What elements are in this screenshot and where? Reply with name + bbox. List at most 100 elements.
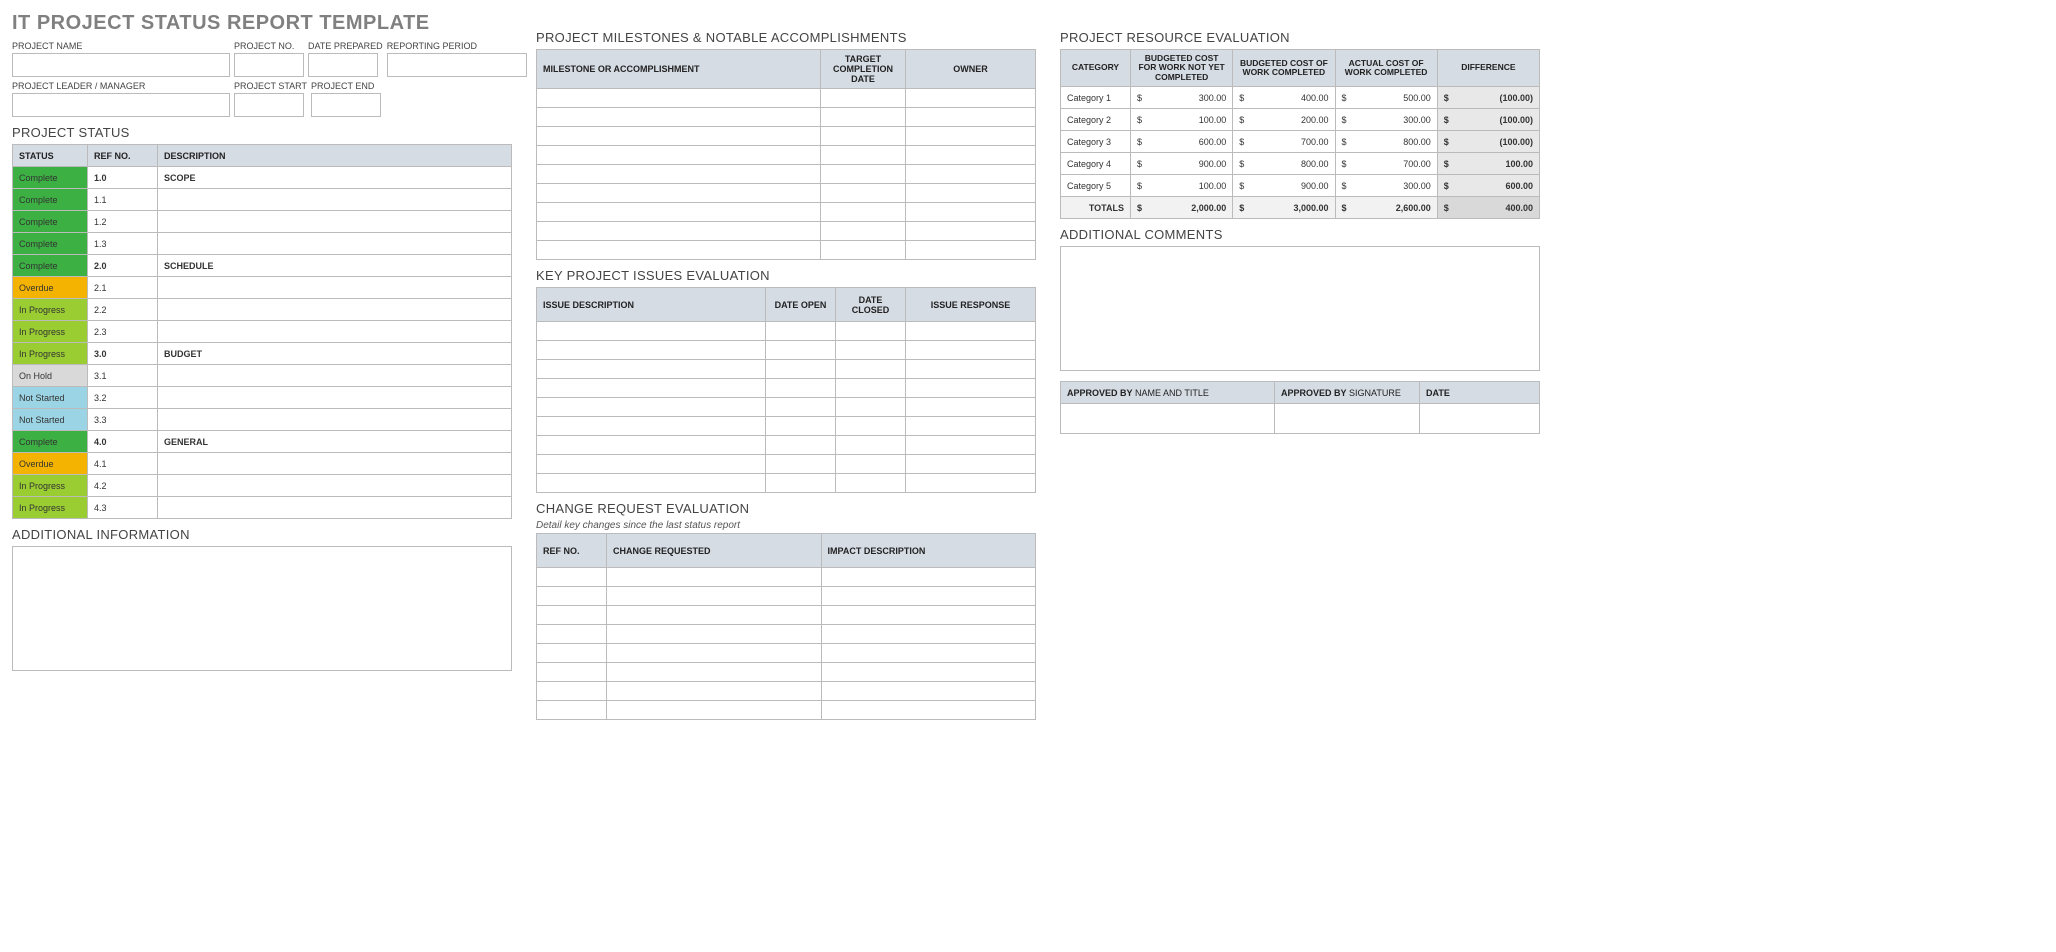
desc-cell[interactable]: SCOPE xyxy=(158,167,512,189)
table-cell[interactable] xyxy=(821,587,1036,606)
table-cell[interactable] xyxy=(821,682,1036,701)
table-cell[interactable] xyxy=(906,241,1036,260)
table-cell[interactable] xyxy=(766,474,836,493)
desc-cell[interactable] xyxy=(158,475,512,497)
table-cell[interactable] xyxy=(537,587,607,606)
table-cell[interactable] xyxy=(537,184,821,203)
table-cell[interactable] xyxy=(906,108,1036,127)
table-cell[interactable] xyxy=(766,455,836,474)
desc-cell[interactable] xyxy=(158,497,512,519)
comments-box[interactable] xyxy=(1060,246,1540,371)
status-cell[interactable]: In Progress xyxy=(13,321,88,343)
project-end-input[interactable] xyxy=(311,93,381,117)
table-cell[interactable] xyxy=(906,436,1036,455)
table-cell[interactable] xyxy=(537,701,607,720)
table-cell[interactable] xyxy=(766,417,836,436)
table-cell[interactable] xyxy=(821,146,906,165)
table-cell[interactable] xyxy=(906,322,1036,341)
table-cell[interactable] xyxy=(906,89,1036,108)
table-cell[interactable] xyxy=(607,663,822,682)
table-cell[interactable] xyxy=(906,146,1036,165)
table-cell[interactable] xyxy=(537,644,607,663)
table-cell[interactable] xyxy=(766,398,836,417)
table-cell[interactable] xyxy=(821,701,1036,720)
table-cell[interactable] xyxy=(836,322,906,341)
table-cell[interactable] xyxy=(537,165,821,184)
table-cell[interactable] xyxy=(821,165,906,184)
status-cell[interactable]: In Progress xyxy=(13,475,88,497)
table-cell[interactable] xyxy=(537,606,607,625)
table-cell[interactable] xyxy=(766,341,836,360)
table-cell[interactable] xyxy=(537,455,766,474)
desc-cell[interactable] xyxy=(158,277,512,299)
table-cell[interactable] xyxy=(537,222,821,241)
table-cell[interactable] xyxy=(906,127,1036,146)
table-cell[interactable] xyxy=(906,203,1036,222)
table-cell[interactable] xyxy=(906,360,1036,379)
desc-cell[interactable]: SCHEDULE xyxy=(158,255,512,277)
table-cell[interactable] xyxy=(821,241,906,260)
desc-cell[interactable] xyxy=(158,233,512,255)
project-no-input[interactable] xyxy=(234,53,304,77)
additional-info-box[interactable] xyxy=(12,546,512,671)
table-cell[interactable] xyxy=(537,417,766,436)
table-cell[interactable] xyxy=(821,203,906,222)
status-cell[interactable]: In Progress xyxy=(13,497,88,519)
table-cell[interactable] xyxy=(607,606,822,625)
table-cell[interactable] xyxy=(906,222,1036,241)
table-cell[interactable] xyxy=(607,625,822,644)
desc-cell[interactable] xyxy=(158,453,512,475)
desc-cell[interactable] xyxy=(158,189,512,211)
table-cell[interactable] xyxy=(836,436,906,455)
table-cell[interactable] xyxy=(537,108,821,127)
table-cell[interactable] xyxy=(906,474,1036,493)
table-cell[interactable] xyxy=(906,379,1036,398)
table-cell[interactable] xyxy=(836,379,906,398)
table-cell[interactable] xyxy=(906,417,1036,436)
table-cell[interactable] xyxy=(836,455,906,474)
status-cell[interactable]: Not Started xyxy=(13,409,88,431)
table-cell[interactable] xyxy=(906,398,1036,417)
status-cell[interactable]: Complete xyxy=(13,211,88,233)
table-cell[interactable] xyxy=(821,108,906,127)
table-cell[interactable] xyxy=(821,663,1036,682)
table-cell[interactable] xyxy=(821,222,906,241)
table-cell[interactable] xyxy=(537,322,766,341)
table-cell[interactable] xyxy=(607,682,822,701)
table-cell[interactable] xyxy=(836,474,906,493)
status-cell[interactable]: Not Started xyxy=(13,387,88,409)
table-cell[interactable] xyxy=(537,127,821,146)
table-cell[interactable] xyxy=(766,436,836,455)
table-cell[interactable] xyxy=(537,360,766,379)
status-cell[interactable]: Complete xyxy=(13,255,88,277)
table-cell[interactable] xyxy=(821,568,1036,587)
table-cell[interactable] xyxy=(537,398,766,417)
table-cell[interactable] xyxy=(537,341,766,360)
desc-cell[interactable] xyxy=(158,299,512,321)
table-cell[interactable] xyxy=(821,127,906,146)
approved-by-signature-cell[interactable] xyxy=(1275,404,1420,434)
project-name-input[interactable] xyxy=(12,53,230,77)
table-cell[interactable] xyxy=(537,203,821,222)
approved-by-name-cell[interactable] xyxy=(1061,404,1275,434)
table-cell[interactable] xyxy=(766,360,836,379)
status-cell[interactable]: On Hold xyxy=(13,365,88,387)
desc-cell[interactable] xyxy=(158,409,512,431)
table-cell[interactable] xyxy=(537,663,607,682)
project-start-input[interactable] xyxy=(234,93,304,117)
table-cell[interactable] xyxy=(836,341,906,360)
table-cell[interactable] xyxy=(906,184,1036,203)
table-cell[interactable] xyxy=(766,379,836,398)
table-cell[interactable] xyxy=(537,625,607,644)
reporting-period-input[interactable] xyxy=(387,53,527,77)
status-cell[interactable]: In Progress xyxy=(13,343,88,365)
desc-cell[interactable] xyxy=(158,365,512,387)
table-cell[interactable] xyxy=(821,644,1036,663)
table-cell[interactable] xyxy=(821,89,906,108)
table-cell[interactable] xyxy=(607,587,822,606)
status-cell[interactable]: In Progress xyxy=(13,299,88,321)
table-cell[interactable] xyxy=(607,644,822,663)
table-cell[interactable] xyxy=(836,398,906,417)
table-cell[interactable] xyxy=(537,89,821,108)
table-cell[interactable] xyxy=(537,568,607,587)
